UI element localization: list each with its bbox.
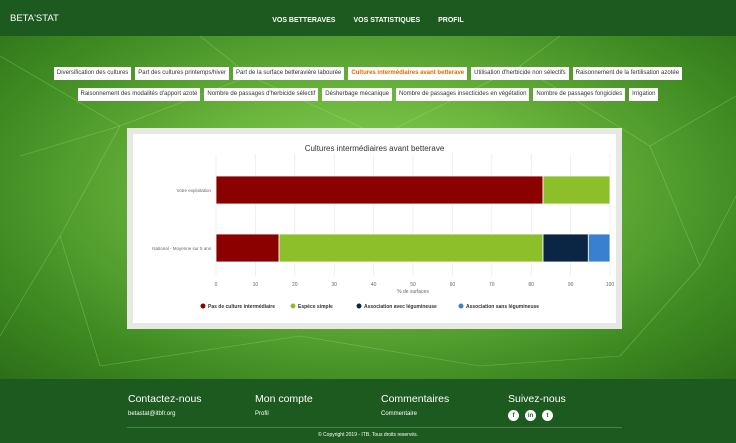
facebook-icon[interactable]: f xyxy=(508,410,519,421)
legend-label: Espèce simple xyxy=(298,304,333,310)
tab-insecticides[interactable]: Nombre de passages insecticides en végét… xyxy=(396,88,530,101)
footer-contact-title: Contactez-nous xyxy=(128,393,202,405)
bar-segment xyxy=(215,233,280,263)
footer-account-title: Mon compte xyxy=(255,393,313,405)
x-axis-label: % de surfaces xyxy=(397,289,429,295)
nav-vos-betteraves[interactable]: VOS BETTERAVES xyxy=(272,17,335,24)
chart-card: Cultures intermédiaires avant betterave … xyxy=(133,134,616,323)
x-tick-label: 80 xyxy=(528,282,534,288)
bar-segment xyxy=(278,233,544,263)
category-label: National - Moyenne sur 5 ans xyxy=(152,246,212,251)
nav-vos-statistiques[interactable]: VOS STATISTIQUES xyxy=(353,17,420,24)
x-tick-label: 40 xyxy=(371,282,377,288)
tab-surface-labouree[interactable]: Part de la surface betteravière labourée xyxy=(233,67,345,80)
x-tick-label: 0 xyxy=(215,282,218,288)
x-tick-label: 100 xyxy=(606,282,615,288)
bar-segment xyxy=(542,175,611,205)
tab-diversification[interactable]: Diversification des cultures xyxy=(53,67,132,80)
footer-comment-link[interactable]: Commentaire xyxy=(381,411,449,417)
social-links: f in t xyxy=(508,410,566,421)
indicator-tabs-row-1: Diversification des cultures Part des cu… xyxy=(0,67,736,80)
tab-cultures-intermediaires[interactable]: Cultures intermédiaires avant betterave xyxy=(348,67,468,80)
nav-profil[interactable]: PROFIL xyxy=(438,17,464,24)
category-label: Votre exploitation xyxy=(176,188,211,193)
footer: Contactez-nous betastat@itbfr.org Mon co… xyxy=(0,379,736,443)
top-navbar: BETA'STAT VOS BETTERAVES VOS STATISTIQUE… xyxy=(0,0,736,36)
footer-comments: Commentaires Commentaire xyxy=(381,393,449,417)
legend-label: Association sans légumineuse xyxy=(466,304,539,310)
x-tick-label: 20 xyxy=(292,282,298,288)
bar-segment xyxy=(587,233,611,263)
linkedin-icon[interactable]: in xyxy=(525,410,536,421)
main-nav: VOS BETTERAVES VOS STATISTIQUES PROFIL xyxy=(0,17,736,24)
bar-segment xyxy=(542,233,589,263)
footer-follow-title: Suivez-nous xyxy=(508,393,566,405)
legend-marker xyxy=(200,303,206,309)
footer-social: Suivez-nous f in t xyxy=(508,393,566,421)
bar-segment xyxy=(215,175,544,205)
tab-fertilisation-azotee[interactable]: Raisonnement de la fertilisation azotée xyxy=(572,67,683,80)
legend-marker xyxy=(458,303,464,309)
legend-label: Association avec légumineuse xyxy=(364,304,437,310)
x-tick-label: 70 xyxy=(489,282,495,288)
legend-marker xyxy=(356,303,362,309)
legend-label: Pas de culture intermédiaire xyxy=(208,304,275,310)
footer-account: Mon compte Profil xyxy=(255,393,313,417)
twitter-icon[interactable]: t xyxy=(542,410,553,421)
tab-irrigation[interactable]: Irrigation xyxy=(629,88,659,101)
tab-apport-azote[interactable]: Raisonnement des modalités d'apport azot… xyxy=(77,88,201,101)
x-tick-label: 10 xyxy=(253,282,259,288)
x-tick-label: 30 xyxy=(331,282,337,288)
tab-herbicide-non-selectifs[interactable]: Utilisation d'herbicide non sélectifs xyxy=(471,67,569,80)
x-tick-label: 50 xyxy=(410,282,416,288)
tab-printemps-hiver[interactable]: Part des cultures printemps/hiver xyxy=(135,67,229,80)
tab-fongicides[interactable]: Nombre de passages fongicides xyxy=(533,88,626,101)
footer-contact-email[interactable]: betastat@itbfr.org xyxy=(128,411,202,417)
x-tick-label: 90 xyxy=(568,282,574,288)
footer-divider xyxy=(127,427,622,428)
x-tick-label: 60 xyxy=(450,282,456,288)
tab-herbicide-selectif[interactable]: Nombre de passages d'herbicide sélectif xyxy=(204,88,319,101)
legend-marker xyxy=(290,303,296,309)
tab-desherbage[interactable]: Désherbage mécanique xyxy=(322,88,392,101)
indicator-tabs-row-2: Raisonnement des modalités d'apport azot… xyxy=(0,88,736,101)
footer-profil-link[interactable]: Profil xyxy=(255,411,313,417)
footer-comments-title: Commentaires xyxy=(381,393,450,405)
copyright: © Copyright 2019 - ITB. Tous droits rese… xyxy=(317,432,419,438)
stacked-bar-chart: 0 10 20 30 40 50 60 70 80 90 100 % de surfaces Votre… xyxy=(152,154,615,310)
footer-contact: Contactez-nous betastat@itbfr.org xyxy=(128,393,202,417)
